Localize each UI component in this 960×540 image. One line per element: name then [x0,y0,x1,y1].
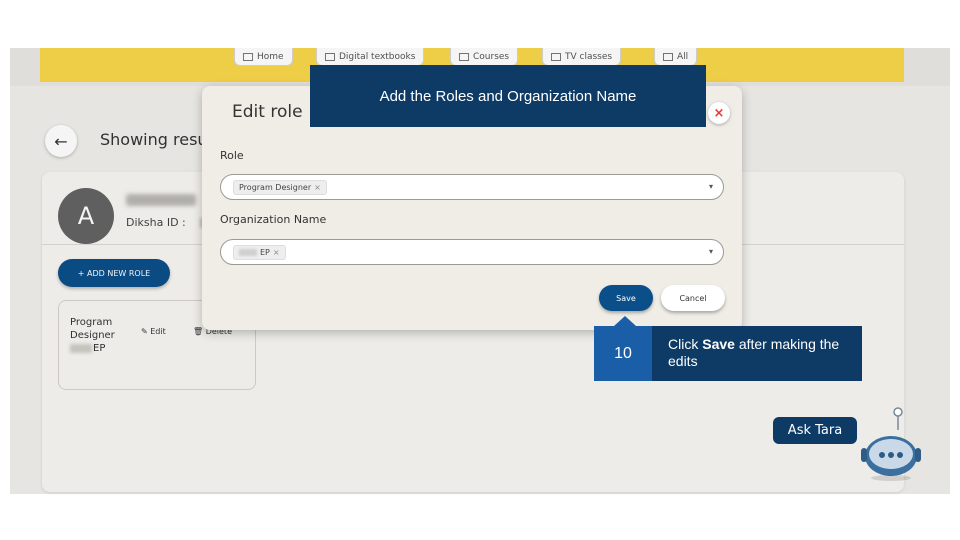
role-select[interactable]: Program Designer × ▾ [220,174,724,200]
chevron-down-icon[interactable]: ▾ [709,182,713,191]
tutorial-callout: Add the Roles and Organization Name [310,65,706,127]
close-icon: × [713,105,725,121]
robot-icon[interactable] [858,404,924,482]
save-button[interactable]: Save [599,285,653,311]
chevron-down-icon[interactable]: ▾ [709,247,713,256]
chip-remove-icon[interactable]: × [273,248,280,257]
role-field-label: Role [220,149,244,162]
org-field-label: Organization Name [220,213,327,226]
close-button[interactable]: × [708,102,730,124]
step-instruction: Click Save after making the edits [652,326,862,381]
step-prefix: Click [668,336,703,352]
org-chip: EP × [233,245,286,260]
dialog-title: Edit role [232,102,303,122]
step-number: 10 [594,326,652,381]
role-chip: Program Designer × [233,180,327,195]
org-select[interactable]: EP × ▾ [220,239,724,265]
screen: Home Digital textbooks Courses TV classe… [0,0,960,540]
chip-remove-icon[interactable]: × [314,183,321,192]
cancel-button[interactable]: Cancel [661,285,725,311]
ask-tara-button[interactable]: Ask Tara [773,417,857,444]
chip-label: Program Designer [239,183,312,192]
chip-label: EP [260,248,270,257]
redacted-org [239,249,257,256]
step-bold: Save [702,336,735,352]
callout-pointer [614,316,636,326]
